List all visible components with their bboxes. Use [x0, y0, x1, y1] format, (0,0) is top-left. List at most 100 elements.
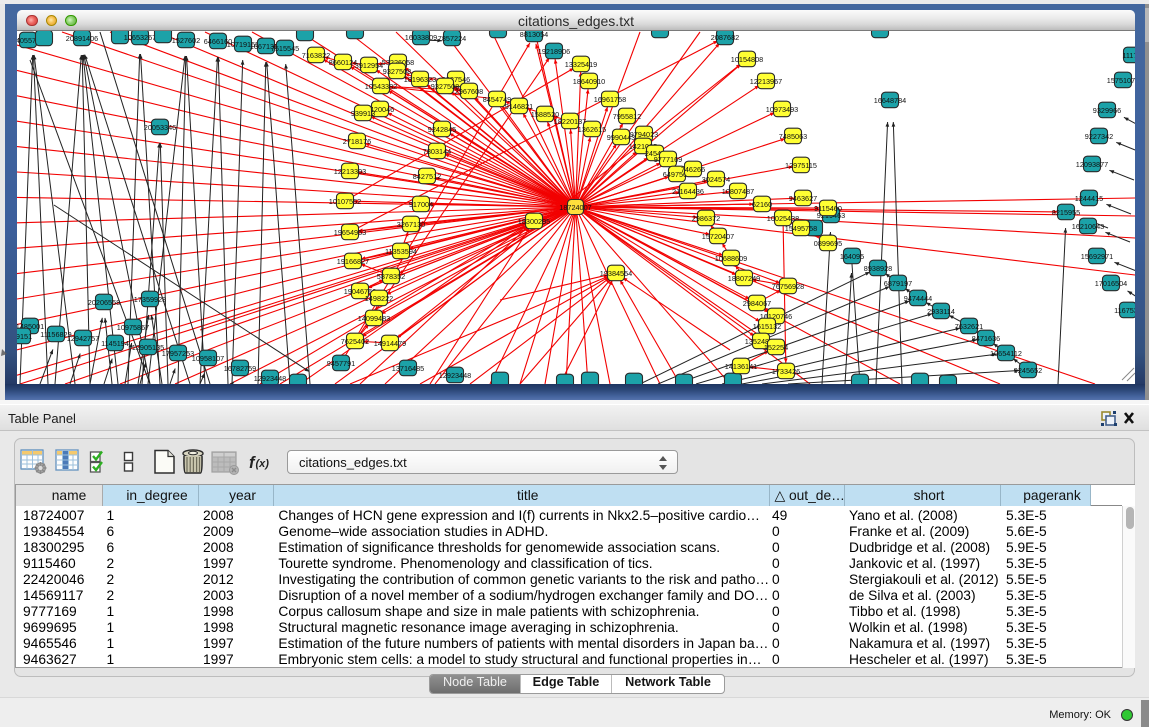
svg-text:7632621: 7632621: [955, 322, 983, 331]
svg-text:1167533: 1167533: [1114, 306, 1135, 315]
svg-text:17016504: 17016504: [1095, 279, 1127, 288]
svg-text:7625402: 7625402: [341, 337, 369, 346]
svg-text:12905135: 12905135: [132, 343, 164, 352]
svg-text:11175: 11175: [1122, 51, 1135, 60]
svg-text:15751074: 15751074: [1107, 76, 1135, 85]
svg-text:3267130: 3267130: [397, 220, 425, 229]
svg-text:13325419: 13325419: [565, 60, 597, 69]
svg-text:10958107: 10958107: [192, 354, 224, 363]
svg-text:9245652: 9245652: [1014, 366, 1042, 375]
svg-text:10688609: 10688609: [715, 254, 747, 263]
svg-text:12213393: 12213393: [334, 167, 366, 176]
svg-text:8938928: 8938928: [864, 264, 892, 273]
svg-text:15495758: 15495758: [785, 224, 817, 233]
svg-text:17957253: 17957253: [162, 349, 194, 358]
svg-text:11353594: 11353594: [385, 247, 417, 256]
svg-text:15692971: 15692971: [1081, 252, 1113, 261]
svg-text:16648784: 16648784: [874, 96, 906, 105]
svg-text:14099483: 14099483: [358, 314, 390, 323]
svg-text:164095: 164095: [840, 252, 864, 261]
svg-text:10154808: 10154808: [731, 55, 763, 64]
svg-text:3912954: 3912954: [355, 61, 383, 70]
svg-text:8215955: 8215955: [1052, 208, 1080, 217]
svg-text:2718176: 2718176: [343, 137, 371, 146]
svg-text:20891406: 20891406: [66, 34, 98, 43]
svg-text:12942757: 12942757: [67, 334, 99, 343]
svg-text:12975115: 12975115: [785, 161, 817, 170]
svg-text:62160: 62160: [752, 200, 772, 209]
svg-text:1527602: 1527602: [172, 36, 200, 45]
svg-text:3024574: 3024574: [702, 175, 730, 184]
svg-text:20206558: 20206558: [88, 298, 120, 307]
svg-text:19218906: 19218906: [538, 47, 570, 56]
svg-text:2933114: 2933114: [927, 307, 955, 316]
svg-text:2984067: 2984067: [743, 299, 771, 308]
svg-text:10107552: 10107552: [329, 197, 361, 206]
svg-text:19166827: 19166827: [337, 257, 369, 266]
svg-text:19384554: 19384554: [600, 269, 632, 278]
svg-text:9242845: 9242845: [428, 125, 456, 134]
svg-text:9463627: 9463627: [789, 194, 817, 203]
svg-text:917004: 917004: [409, 200, 433, 209]
svg-text:16033809: 16033809: [405, 33, 437, 42]
svg-text:12213967: 12213967: [750, 77, 782, 86]
svg-text:10975867: 10975867: [117, 323, 149, 332]
svg-text:(x): (x): [256, 458, 270, 470]
svg-text:16782759: 16782759: [224, 364, 256, 373]
svg-text:9227342: 9227342: [1085, 132, 1113, 141]
svg-text:7857224: 7857224: [438, 34, 466, 43]
svg-text:7515545: 7515545: [271, 44, 299, 53]
svg-text:152254: 152254: [764, 343, 788, 352]
svg-text:7955812: 7955812: [613, 112, 641, 121]
svg-text:2087682: 2087682: [711, 33, 739, 42]
svg-text:10973493: 10973493: [766, 105, 798, 114]
svg-text:7163822: 7163822: [302, 51, 330, 60]
svg-text:8427512: 8427512: [413, 172, 441, 181]
svg-text:18300295: 18300295: [518, 217, 550, 226]
svg-text:1244415: 1244415: [1075, 194, 1103, 203]
svg-text:0899695: 0899695: [814, 239, 842, 248]
svg-text:1733426: 1733426: [772, 367, 800, 376]
svg-text:14914479: 14914479: [374, 339, 406, 348]
svg-text:746266: 746266: [681, 165, 705, 174]
svg-text:10807487: 10807487: [722, 187, 754, 196]
svg-text:1498222: 1498222: [365, 294, 393, 303]
svg-text:76756928: 76756928: [772, 282, 804, 291]
svg-text:1615132: 1615132: [753, 322, 781, 331]
svg-text:15720407: 15720407: [702, 232, 734, 241]
svg-text:9115460: 9115460: [814, 204, 842, 213]
svg-text:9457791: 9457791: [327, 359, 355, 368]
svg-text:10654112: 10654112: [990, 349, 1022, 358]
svg-text:12923448: 12923448: [254, 374, 286, 383]
svg-text:9474444: 9474444: [904, 294, 932, 303]
svg-text:8813054: 8813054: [520, 31, 548, 39]
svg-text:9146821: 9146821: [505, 102, 533, 111]
svg-text:14136141: 14136141: [725, 362, 757, 371]
svg-text:2986372: 2986372: [692, 214, 720, 223]
svg-text:1362615: 1362615: [578, 125, 606, 134]
svg-text:21164436: 21164436: [672, 187, 704, 196]
svg-text:7803144: 7803144: [423, 147, 451, 156]
svg-text:8660124: 8660124: [329, 58, 357, 67]
svg-text:2967608: 2967608: [455, 87, 483, 96]
svg-text:9777169: 9777169: [654, 155, 682, 164]
svg-text:10653267: 10653267: [124, 33, 156, 42]
svg-text:13716485: 13716485: [392, 364, 424, 373]
svg-text:18724007: 18724007: [559, 203, 591, 212]
svg-text:16961758: 16961758: [594, 95, 626, 104]
svg-text:9329966: 9329966: [1093, 106, 1121, 115]
svg-text:5878352: 5878352: [377, 272, 405, 281]
svg-text:7485063: 7485063: [779, 132, 807, 141]
svg-text:16210643: 16210643: [1072, 222, 1104, 231]
svg-text:8471636: 8471636: [972, 334, 1000, 343]
svg-text:17359928: 17359928: [134, 295, 166, 304]
svg-text:39151: 39151: [17, 332, 32, 341]
svg-text:10543382: 10543382: [365, 82, 397, 91]
svg-text:19654953: 19654953: [334, 228, 366, 237]
svg-text:12923448: 12923448: [439, 371, 471, 380]
svg-text:1145194: 1145194: [101, 339, 129, 348]
svg-text:20053346: 20053346: [144, 123, 176, 132]
svg-text:18807249: 18807249: [728, 274, 760, 283]
svg-text:6879197: 6879197: [884, 279, 912, 288]
svg-text:12093877: 12093877: [1076, 160, 1108, 169]
